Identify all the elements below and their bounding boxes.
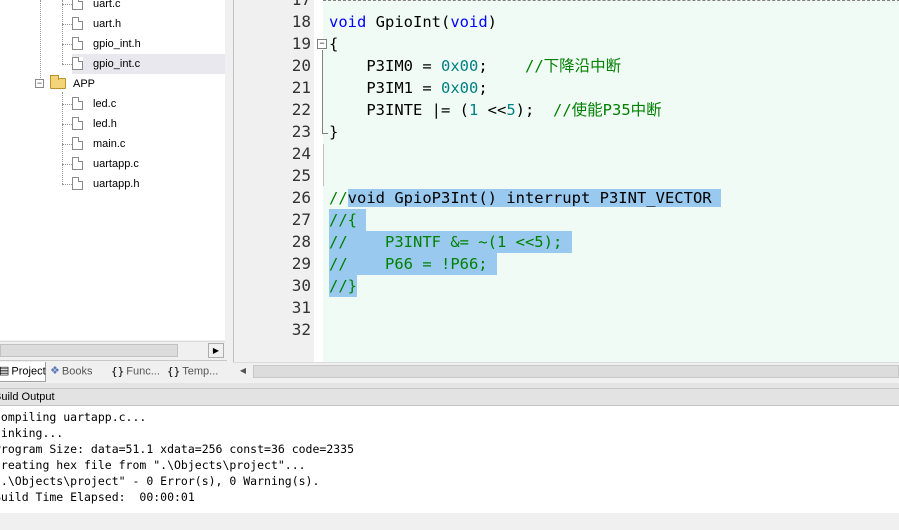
books-icon: ❖ — [50, 365, 60, 377]
c-file-icon — [72, 137, 83, 150]
line-number: 26 — [291, 188, 311, 207]
line-number: 25 — [291, 166, 311, 185]
line-number: 20 — [291, 56, 311, 75]
scroll-left-icon[interactable]: ◀ — [235, 364, 251, 379]
fold-line — [322, 50, 323, 134]
tab-functions[interactable]: {} Func... — [111, 362, 160, 382]
tree-connector — [62, 24, 72, 25]
tree-connector — [62, 4, 72, 5]
collapse-icon[interactable]: − — [35, 79, 44, 88]
h-file-icon — [72, 17, 83, 30]
tab-templates[interactable]: {} Temp... — [167, 362, 218, 382]
build-output-title: Build Output — [0, 389, 899, 406]
c-file-icon — [72, 0, 83, 10]
line-number: 19 — [291, 34, 311, 53]
tree-connector — [62, 184, 72, 185]
line-number: 18 — [291, 12, 311, 31]
selected-text: void GpioP3Int() interrupt P3INT_VECTOR — [347, 189, 721, 207]
code-line-18[interactable]: void GpioInt(void) — [329, 11, 497, 33]
output-line: linking... — [0, 426, 64, 440]
fold-end — [322, 133, 328, 134]
project-icon: ▤ — [0, 365, 10, 377]
function-separator — [323, 0, 899, 1]
code-line-27[interactable]: //{ — [329, 209, 367, 231]
h-file-icon — [72, 117, 83, 130]
line-number: 23 — [291, 122, 311, 141]
line-number: 17 — [234, 0, 311, 11]
code-line-30[interactable]: //} — [329, 275, 357, 297]
line-number: 30 — [291, 276, 311, 295]
scrollbar-thumb[interactable] — [253, 365, 899, 378]
line-number: 22 — [291, 100, 311, 119]
output-line: ".\Objects\project" - 0 Error(s), 0 Warn… — [0, 474, 320, 488]
c-file-icon — [72, 97, 83, 110]
braces-icon: {} — [111, 365, 125, 378]
code-line-29[interactable]: // P66 = !P66; — [329, 253, 497, 275]
c-file-icon — [72, 157, 83, 170]
tab-books[interactable]: ❖ Books — [50, 362, 92, 382]
line-number: 28 — [291, 232, 311, 251]
project-panel: uart.c uart.h gpio_int.h gpio_int.c − AP… — [0, 0, 227, 383]
code-line-20[interactable]: P3IM0 = 0x00; //下降沿中断 — [329, 55, 621, 77]
h-file-icon — [72, 177, 83, 190]
folder-icon — [50, 75, 66, 89]
code-line-19[interactable]: { — [329, 33, 338, 55]
code-line-28[interactable]: // P3INTF &= ~(1 <<5); — [329, 231, 572, 253]
code-line-21[interactable]: P3IM1 = 0x00; — [329, 77, 487, 99]
h-file-icon — [72, 37, 83, 50]
editor-horizontal-scrollbar[interactable]: ◀ — [233, 362, 899, 379]
build-output-panel: Build Output compiling uartapp.c... link… — [0, 389, 899, 530]
region-marker — [323, 144, 324, 186]
project-tree: uart.c uart.h gpio_int.h gpio_int.c − AP… — [0, 0, 225, 340]
tree-connector — [62, 124, 72, 125]
fold-collapse-icon[interactable]: − — [317, 39, 327, 49]
tree-connector — [40, 0, 41, 84]
output-line: compiling uartapp.c... — [0, 410, 147, 424]
line-number: 29 — [291, 254, 311, 273]
tree-connector — [62, 164, 72, 165]
tree-connector — [62, 64, 72, 65]
scroll-right-icon[interactable]: ▶ — [208, 343, 224, 358]
tree-connector — [62, 44, 72, 45]
template-braces-icon: {} — [167, 365, 181, 378]
code-line-26[interactable]: //void GpioP3Int() interrupt P3INT_VECTO… — [329, 187, 721, 209]
line-number: 27 — [291, 210, 311, 229]
code-editor[interactable]: − 17 18 19 20 21 22 23 24 25 26 27 28 29… — [233, 0, 899, 362]
tree-connector — [62, 0, 63, 64]
build-output-scroll-area — [0, 513, 899, 530]
line-number: 32 — [291, 320, 311, 339]
tree-horizontal-scrollbar[interactable]: ▶ — [0, 341, 225, 358]
code-line-22[interactable]: P3INTE |= (1 <<5); //使能P35中断 — [329, 99, 661, 121]
scrollbar-thumb[interactable] — [0, 344, 178, 357]
output-line: Program Size: data=51.1 xdata=256 const=… — [0, 442, 355, 456]
tree-file-gpio-int-c[interactable]: gpio_int.c — [72, 54, 225, 74]
tree-connector — [62, 144, 72, 145]
output-line: creating hex file from ".\Objects\projec… — [0, 458, 306, 472]
code-line-23[interactable]: } — [329, 121, 338, 143]
line-number: 21 — [291, 78, 311, 97]
tree-connector — [62, 104, 72, 105]
output-line: Build Time Elapsed: 00:00:01 — [0, 490, 195, 504]
tab-project[interactable]: ▤ Project — [0, 362, 46, 382]
line-number: 24 — [291, 144, 311, 163]
line-number: 31 — [291, 298, 311, 317]
tree-connector — [62, 92, 63, 184]
panel-tab-bar: ▤ Project ❖ Books {} Func... {} Temp... — [0, 360, 227, 382]
c-file-icon — [72, 57, 83, 70]
